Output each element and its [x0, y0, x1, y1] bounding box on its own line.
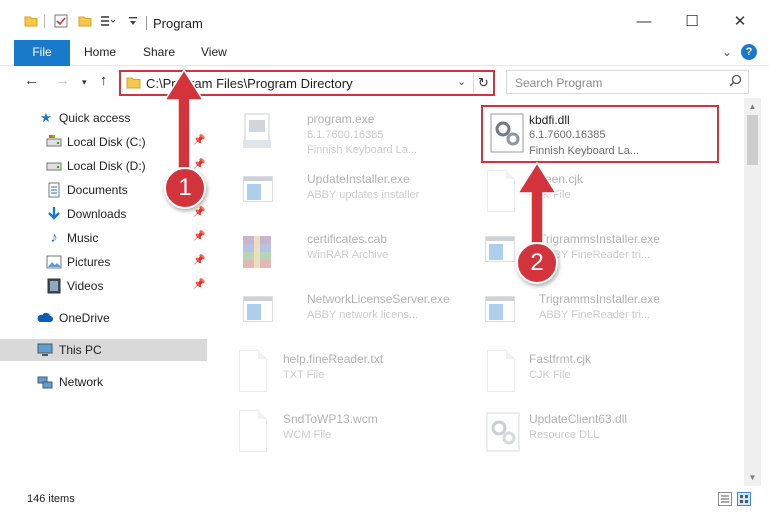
annotation-arrow-1 — [163, 68, 205, 169]
annotation-arrow-2 — [516, 161, 558, 244]
annotation-step-1: 1 — [164, 167, 206, 209]
annotation-step-2: 2 — [516, 242, 558, 284]
annotation-arrows — [163, 68, 558, 244]
